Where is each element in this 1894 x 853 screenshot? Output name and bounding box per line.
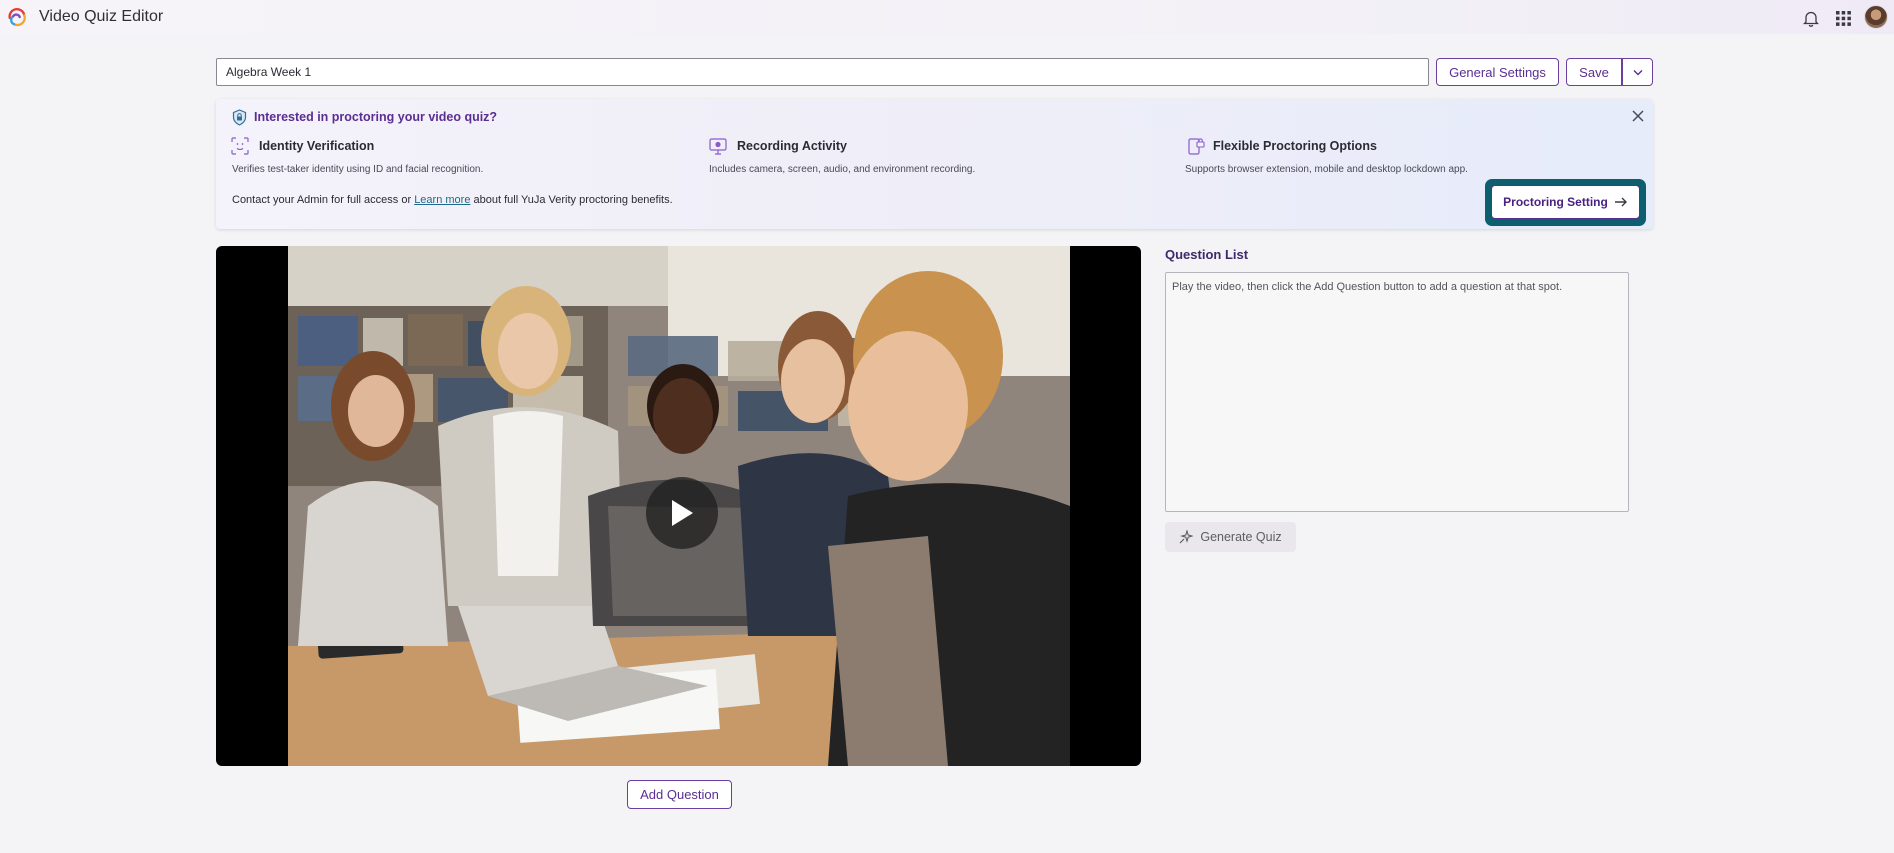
proctoring-setting-button[interactable]: Proctoring Setting (1491, 185, 1640, 219)
question-list-panel[interactable]: Play the video, then click the Add Quest… (1165, 272, 1629, 512)
shield-lock-icon (232, 109, 247, 126)
generate-quiz-button[interactable]: Generate Quiz (1165, 522, 1296, 552)
app-title: Video Quiz Editor (39, 8, 164, 25)
contact-suffix: about full YuJa Verity proctoring benefi… (470, 194, 673, 206)
feature-desc-identity: Verifies test-taker identity using ID an… (232, 164, 484, 175)
play-button[interactable] (646, 477, 718, 549)
add-question-button[interactable]: Add Question (627, 780, 732, 809)
proctoring-setting-label: Proctoring Setting (1503, 195, 1608, 209)
top-bar: Video Quiz Editor (0, 0, 1894, 34)
feature-desc-flexible: Supports browser extension, mobile and d… (1185, 164, 1468, 175)
learn-more-link[interactable]: Learn more (414, 194, 470, 206)
proctoring-setting-highlight: Proctoring Setting (1485, 179, 1646, 226)
chevron-down-icon (1633, 69, 1642, 75)
bell-icon[interactable] (1801, 8, 1821, 28)
face-scan-icon (231, 137, 249, 155)
device-lock-icon (1188, 138, 1205, 155)
monitor-record-icon (709, 138, 727, 155)
banner-heading: Interested in proctoring your video quiz… (254, 110, 498, 124)
play-icon (672, 500, 693, 526)
app-logo-icon[interactable] (6, 7, 28, 27)
contact-prefix: Contact your Admin for full access or (232, 194, 415, 206)
close-icon[interactable] (1629, 107, 1647, 125)
feature-title-flexible: Flexible Proctoring Options (1213, 139, 1377, 153)
arrow-right-icon (1614, 197, 1627, 207)
general-settings-button[interactable]: General Settings (1436, 58, 1559, 86)
proctoring-banner: Interested in proctoring your video quiz… (216, 99, 1653, 229)
video-player[interactable] (216, 246, 1141, 766)
feature-desc-recording: Includes camera, screen, audio, and envi… (709, 164, 976, 175)
save-button[interactable]: Save (1566, 58, 1622, 86)
apps-grid-icon[interactable] (1833, 8, 1853, 28)
contact-admin-text: Contact your Admin for full access or Le… (232, 194, 673, 206)
question-list-title: Question List (1165, 247, 1249, 262)
save-options-dropdown[interactable] (1622, 58, 1653, 86)
user-avatar[interactable] (1864, 5, 1888, 29)
feature-title-identity: Identity Verification (259, 139, 375, 153)
feature-title-recording: Recording Activity (737, 139, 847, 153)
sparkle-icon (1179, 530, 1194, 544)
quiz-title-input[interactable] (216, 58, 1429, 86)
question-list-placeholder: Play the video, then click the Add Quest… (1172, 281, 1563, 293)
generate-quiz-label: Generate Quiz (1200, 530, 1282, 544)
